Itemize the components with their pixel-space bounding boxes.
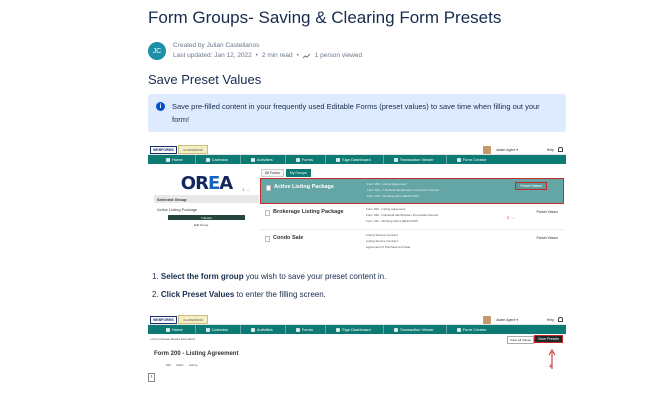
edit-group-link: Edit Group bbox=[194, 223, 209, 227]
nav-activities: Activities bbox=[239, 155, 283, 164]
app-navbar: Home Calendar Activities Forms Sign Dash… bbox=[148, 325, 566, 334]
group-row: Brokerage Listing Package Form 200 - Lis… bbox=[260, 204, 564, 230]
form-groups-screenshot: WEBFORMS CLASSWOOD Adam Agent ▾ Help Hom… bbox=[148, 145, 566, 252]
user-photo bbox=[483, 316, 491, 324]
app-navbar: Home Calendar Activities Forms Sign Dash… bbox=[148, 155, 566, 164]
preset-values-link: Preset Values bbox=[536, 210, 558, 214]
preset-editor-screenshot: WEBFORMS CLASSWOOD Adam Agent ▾ Help Hom… bbox=[148, 315, 566, 385]
app-topbar: WEBFORMS CLASSWOOD Adam Agent ▾ Help bbox=[148, 145, 566, 155]
list-icon bbox=[250, 157, 255, 162]
nav-transaction-viewer: Transaction Viewer bbox=[382, 155, 444, 164]
app-logo: WEBFORMS bbox=[150, 146, 177, 154]
transfer-button: Transfer bbox=[168, 215, 245, 220]
instruction-steps: 1. Select the form group you wish to sav… bbox=[152, 268, 386, 304]
selected-group-header: Selected Group bbox=[154, 195, 259, 203]
group-list: Active Listing Package Form 200 - Listin… bbox=[260, 178, 564, 252]
home-icon bbox=[166, 157, 170, 162]
help-link: Help bbox=[546, 318, 554, 322]
tab-my-groups: My Groups bbox=[285, 169, 311, 177]
nav-form-creator: Form Creator bbox=[445, 325, 497, 334]
document-icon bbox=[265, 210, 270, 216]
info-text: Save pre-filled content in your frequent… bbox=[172, 102, 540, 124]
page-meta: Created by Julian Castellanos Last updat… bbox=[173, 41, 362, 61]
group-forms: Form 200 - Listing Agreement Form 630 - … bbox=[367, 182, 440, 198]
brand-badge: CLASSWOOD bbox=[178, 145, 208, 154]
nav-home: Home bbox=[156, 155, 193, 164]
bell-icon bbox=[558, 317, 563, 322]
page-title: Form Groups- Saving & Clearing Form Pres… bbox=[148, 8, 502, 27]
nav-form-creator: Form Creator bbox=[445, 155, 497, 164]
nav-calendar: Calendar bbox=[194, 325, 238, 334]
analytics-icon bbox=[302, 53, 311, 59]
group-tabs: All Forms My Groups bbox=[261, 169, 311, 177]
preset-values-button: Preset Values bbox=[515, 182, 547, 190]
nav-forms: Forms bbox=[284, 155, 323, 164]
author-line: Created by Julian Castellanos bbox=[173, 42, 260, 49]
separator-dot: • bbox=[255, 53, 258, 59]
info-icon: i bbox=[156, 102, 165, 111]
user-photo bbox=[483, 146, 491, 154]
nav-calendar: Calendar bbox=[194, 155, 238, 164]
step-item: 2. Click Preset Values to enter the fill… bbox=[152, 290, 326, 299]
document-icon bbox=[295, 327, 300, 332]
info-panel: i Save pre-filled content in your freque… bbox=[148, 94, 566, 132]
crumb-bar: « Form Groups Report Form Error Clear Al… bbox=[148, 334, 566, 344]
read-time: 2 min read bbox=[261, 52, 293, 59]
nav-forms: Forms bbox=[284, 325, 323, 334]
app-topbar: WEBFORMS CLASSWOOD Adam Agent ▾ Help bbox=[148, 315, 566, 325]
nav-home: Home bbox=[156, 325, 193, 334]
nav-sign-dashboard: Sign Dashboard bbox=[325, 325, 381, 334]
last-updated: Last updated: Jan 12, 2022 bbox=[173, 52, 252, 59]
list-icon bbox=[250, 327, 255, 332]
save-presets-button: Save Presets bbox=[534, 335, 563, 343]
selected-group-name: Active Listing Package bbox=[157, 207, 198, 212]
user-name: Adam Agent ▾ bbox=[496, 318, 518, 322]
group-forms: Listing Service Contract Listing Service… bbox=[366, 233, 411, 249]
group-sidebar: OR E A Selected Group Active Listing Packa… bbox=[154, 173, 259, 227]
group-forms: Form 200 - Listing Agreement Form 630 - … bbox=[366, 207, 439, 223]
document-icon bbox=[295, 157, 300, 162]
expand-panel-icon: › bbox=[148, 373, 155, 382]
document-icon bbox=[266, 185, 271, 191]
meta-row: Last updated: Jan 12, 2022 • 2 min read … bbox=[173, 51, 362, 61]
tab-all-forms: All Forms bbox=[261, 169, 284, 177]
bell-icon bbox=[558, 147, 563, 152]
document-icon bbox=[265, 236, 270, 242]
group-row: Condo Sale Listing Service Contract List… bbox=[260, 230, 564, 252]
nav-transaction-viewer: Transaction Viewer bbox=[382, 325, 444, 334]
section-heading: Save Preset Values bbox=[148, 72, 262, 87]
create-icon bbox=[456, 157, 461, 162]
nav-activities: Activities bbox=[239, 325, 283, 334]
callout-step-1: 1 → bbox=[242, 187, 250, 192]
nav-sign-dashboard: Sign Dashboard bbox=[325, 155, 381, 164]
calendar-icon bbox=[205, 327, 210, 332]
pen-icon bbox=[336, 157, 341, 162]
clear-values-button: Clear All Values bbox=[507, 336, 534, 344]
breadcrumb: « Form Groups Report Form Error bbox=[150, 337, 196, 341]
avatar[interactable]: JC bbox=[148, 42, 166, 60]
form-subtabs: EDI Seller Listing bbox=[166, 363, 198, 367]
form-title: Form 200 - Listing Agreement bbox=[154, 351, 239, 357]
folder-icon bbox=[393, 157, 398, 162]
group-name: Brokerage Listing Package bbox=[273, 209, 344, 215]
group-name: Condo Sale bbox=[273, 235, 304, 241]
user-name: Adam Agent ▾ bbox=[496, 148, 518, 152]
calendar-icon bbox=[205, 157, 210, 162]
group-name: Active Listing Package bbox=[274, 184, 334, 190]
preset-values-link: Preset Values bbox=[536, 236, 558, 240]
views-count[interactable]: 1 person viewed bbox=[315, 51, 362, 61]
group-row: Active Listing Package Form 200 - Listin… bbox=[260, 178, 564, 220]
app-logo: WEBFORMS bbox=[150, 316, 177, 324]
step-item: 1. Select the form group you wish to sav… bbox=[152, 272, 387, 281]
separator-dot: • bbox=[296, 53, 299, 59]
callout-step-4: 4 bbox=[549, 364, 552, 370]
brand-badge: CLASSWOOD bbox=[178, 315, 208, 324]
help-link: Help bbox=[546, 148, 554, 152]
folder-icon bbox=[393, 327, 398, 332]
pen-icon bbox=[336, 327, 341, 332]
create-icon bbox=[456, 327, 461, 332]
byline: JC Created by Julian Castellanos Last up… bbox=[148, 40, 362, 62]
home-icon bbox=[166, 327, 170, 332]
